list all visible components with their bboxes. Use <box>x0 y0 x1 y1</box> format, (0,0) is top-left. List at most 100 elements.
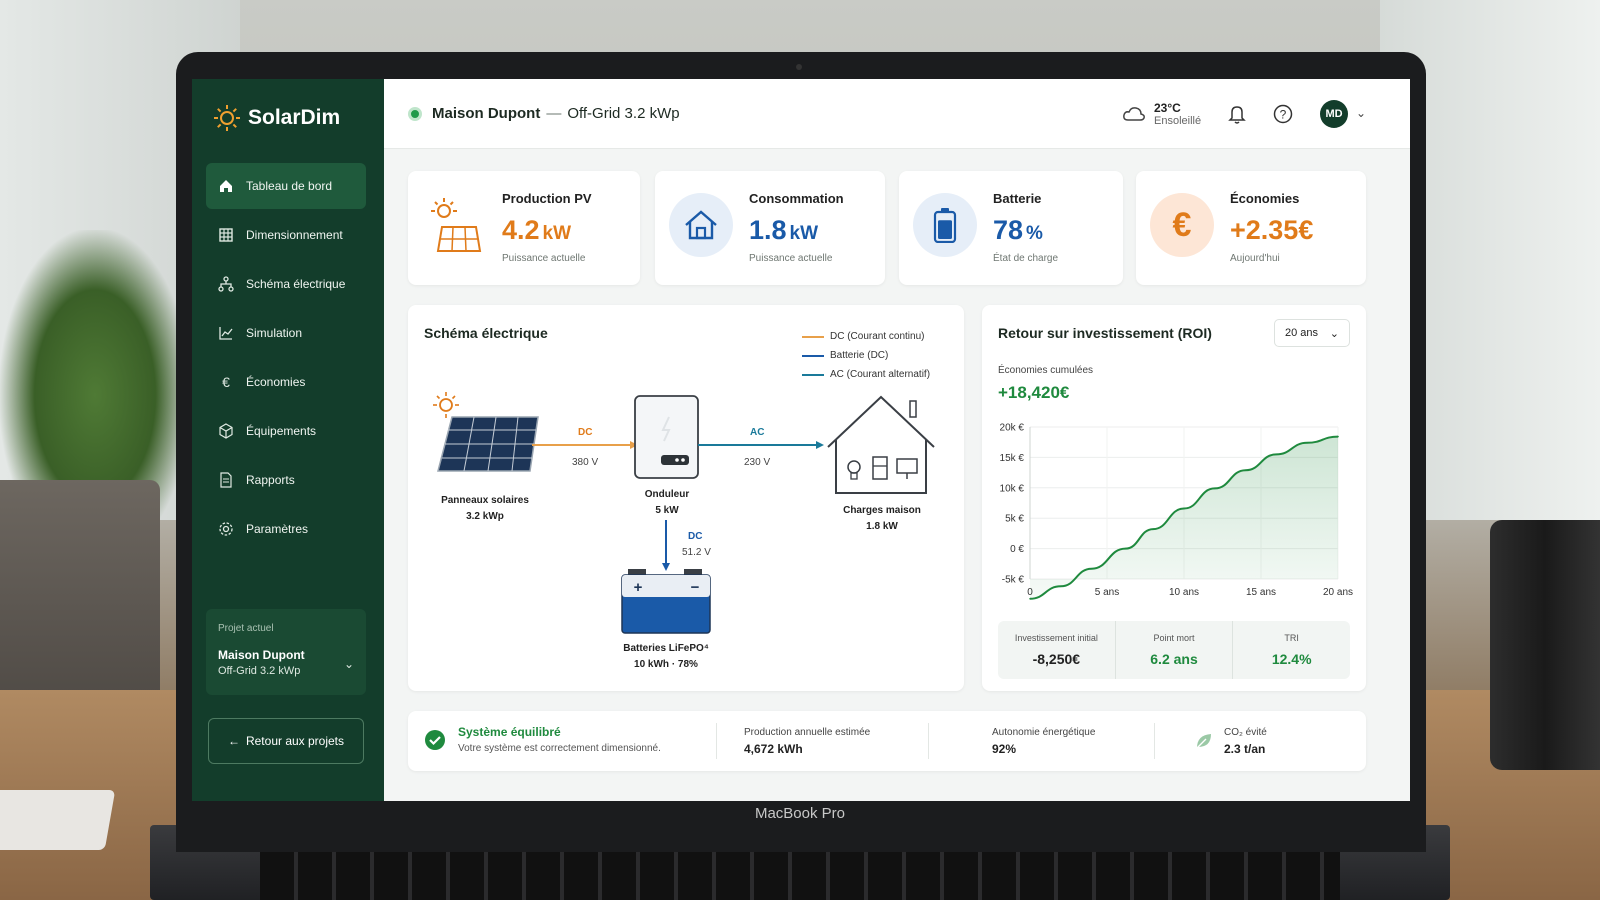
schema-card: Schéma électrique DC (Courant continu) B… <box>408 305 964 691</box>
battery-dc-tag: DC <box>688 531 703 542</box>
kpi-label: Production PV <box>502 191 592 206</box>
inverter-spec: 5 kW <box>655 505 679 516</box>
avatar[interactable]: MD <box>1320 100 1348 128</box>
sidebar-item-label: Dimensionnement <box>246 228 343 242</box>
sidebar-item-label: Rapports <box>246 473 295 487</box>
ac-voltage: 230 V <box>744 457 771 468</box>
sidebar-item-label: Économies <box>246 375 306 389</box>
annual-production: Production annuelle estimée 4,672 kWh <box>744 727 870 756</box>
weather-widget: 23°C Ensoleillé <box>1122 101 1201 127</box>
status-subtitle: Votre système est correctement dimension… <box>458 743 661 754</box>
y-tick-label: 20k € <box>1000 423 1025 434</box>
back-to-projects-label: Retour aux projets <box>245 734 345 748</box>
svg-text:?: ? <box>1280 108 1287 122</box>
panels-label: Panneaux solaires 3.2 kWp <box>430 493 540 525</box>
laptop-brand: MacBook Pro <box>754 805 846 822</box>
chart-line-icon <box>218 325 234 341</box>
roi-card: Retour sur investissement (ROI) 20 ans ⌄ … <box>982 305 1366 691</box>
battery-label: Batteries LiFePO⁴ 10 kWh · 78% <box>608 641 724 673</box>
x-tick-label: 15 ans <box>1246 587 1276 598</box>
kpi-label: Consommation <box>749 191 844 206</box>
chevron-down-icon[interactable]: ⌄ <box>1356 106 1366 120</box>
main-content: Maison Dupont — Off-Grid 3.2 kWp 23°C Enso… <box>384 79 1410 801</box>
kpi-card-savings: € Économies +2.35€ Aujourd'hui <box>1136 171 1366 285</box>
roi-metric-value: 12.4% <box>1271 651 1312 667</box>
roi-summary: Investissement initial -8,250€ Point mort… <box>998 621 1350 679</box>
logo: SolarDim <box>212 103 340 133</box>
check-circle-icon <box>425 730 445 750</box>
sidebar-item-equipment[interactable]: Équipements <box>206 408 366 454</box>
sidebar: SolarDim Tableau de bord Dimensionnement… <box>192 79 384 801</box>
camera <box>796 64 802 70</box>
sidebar-item-label: Équipements <box>246 424 317 438</box>
leaf-icon <box>1196 734 1211 749</box>
chevron-down-icon: ⌄ <box>1329 327 1339 340</box>
annual-production-label: Production annuelle estimée <box>744 727 871 738</box>
bell-icon[interactable] <box>1226 103 1248 125</box>
app-screen: SolarDim Tableau de bord Dimensionnement… <box>192 79 1410 801</box>
divider <box>1154 723 1155 759</box>
data-point <box>1152 528 1154 530</box>
y-tick-label: 10k € <box>1000 483 1025 494</box>
y-tick-label: -5k € <box>1002 575 1025 586</box>
current-project-selector[interactable]: Projet actuel Maison Dupont Off-Grid 3.2… <box>206 609 366 695</box>
energy-autonomy-value: 92% <box>992 742 1017 756</box>
house-name: Charges maison <box>843 505 921 516</box>
page-title: Maison Dupont — Off-Grid 3.2 kWp <box>432 105 680 122</box>
y-tick-label: 5k € <box>1005 514 1024 525</box>
kpi-card-production: Production PV 4.2 kW Puissance actuelle <box>408 171 640 285</box>
data-point <box>1060 585 1062 588</box>
sun-icon <box>214 105 240 131</box>
kpi-sub: Puissance actuelle <box>502 253 586 264</box>
arrow-down-icon <box>662 563 670 571</box>
sidebar-item-sizing[interactable]: Dimensionnement <box>206 212 366 258</box>
house-icon <box>669 193 733 257</box>
current-project-type: Off-Grid 3.2 kWp <box>218 665 301 677</box>
sidebar-nav: Tableau de bord Dimensionnement Schéma é… <box>206 163 366 555</box>
kpi-number: 4.2 <box>502 215 540 245</box>
sidebar-item-savings[interactable]: € Économies <box>206 359 366 405</box>
panels-spec: 3.2 kWp <box>466 511 504 522</box>
roi-metric-label: Point mort <box>1153 633 1195 643</box>
kpi-value: 4.2 kW <box>502 215 571 246</box>
house-spec: 1.8 kW <box>866 521 898 532</box>
sidebar-item-reports[interactable]: Rapports <box>206 457 366 503</box>
battery-spec: 10 kWh · 78% <box>634 659 698 670</box>
solar-panel-icon <box>437 416 539 472</box>
kpi-value: 78% <box>993 215 1043 246</box>
gear-icon <box>218 521 234 537</box>
sidebar-item-label: Paramètres <box>246 522 309 536</box>
x-tick-label: 5 ans <box>1095 587 1119 598</box>
kpi-sub: État de charge <box>993 253 1059 264</box>
kpi-sub: Puissance actuelle <box>749 253 833 264</box>
battery-voltage: 51.2 V <box>682 547 711 558</box>
background-mug <box>1490 520 1600 770</box>
svg-text:−: − <box>691 579 700 596</box>
sidebar-item-simulation[interactable]: Simulation <box>206 310 366 356</box>
euro-icon: € <box>222 374 230 390</box>
co2-avoided: CO₂ évité 2.3 t/an <box>1224 727 1267 756</box>
roi-chart: 20k €15k €10k €5k €0 €-5k €05 ans10 ans1… <box>1000 423 1353 600</box>
sidebar-item-dashboard[interactable]: Tableau de bord <box>206 163 366 209</box>
data-point <box>1029 597 1031 600</box>
annual-production-value: 4,672 kWh <box>744 742 803 756</box>
data-point <box>1183 507 1185 510</box>
network-icon <box>218 276 234 292</box>
sidebar-item-settings[interactable]: Paramètres <box>206 506 366 552</box>
help-icon[interactable]: ? <box>1272 103 1294 125</box>
euro-icon: € <box>1150 193 1214 257</box>
battery-name: Batteries LiFePO⁴ <box>623 643 709 654</box>
sun-icon <box>433 392 459 418</box>
current-project-label: Projet actuel <box>218 623 274 634</box>
co2-avoided-label: CO₂ évité <box>1224 727 1267 738</box>
period-select[interactable]: 20 ans ⌄ <box>1274 319 1350 347</box>
period-value: 20 ans <box>1285 327 1319 339</box>
title-separator: — <box>546 105 562 122</box>
sidebar-item-schema[interactable]: Schéma électrique <box>206 261 366 307</box>
kpi-unit: kW <box>542 223 572 244</box>
arrow-right-icon <box>816 441 824 449</box>
project-type: Off-Grid 3.2 kWp <box>567 105 680 122</box>
roi-metric: TRI 12.4% <box>1233 621 1350 679</box>
roi-title: Retour sur investissement (ROI) <box>998 325 1212 341</box>
back-to-projects-button[interactable]: ← Retour aux projets <box>208 718 364 764</box>
